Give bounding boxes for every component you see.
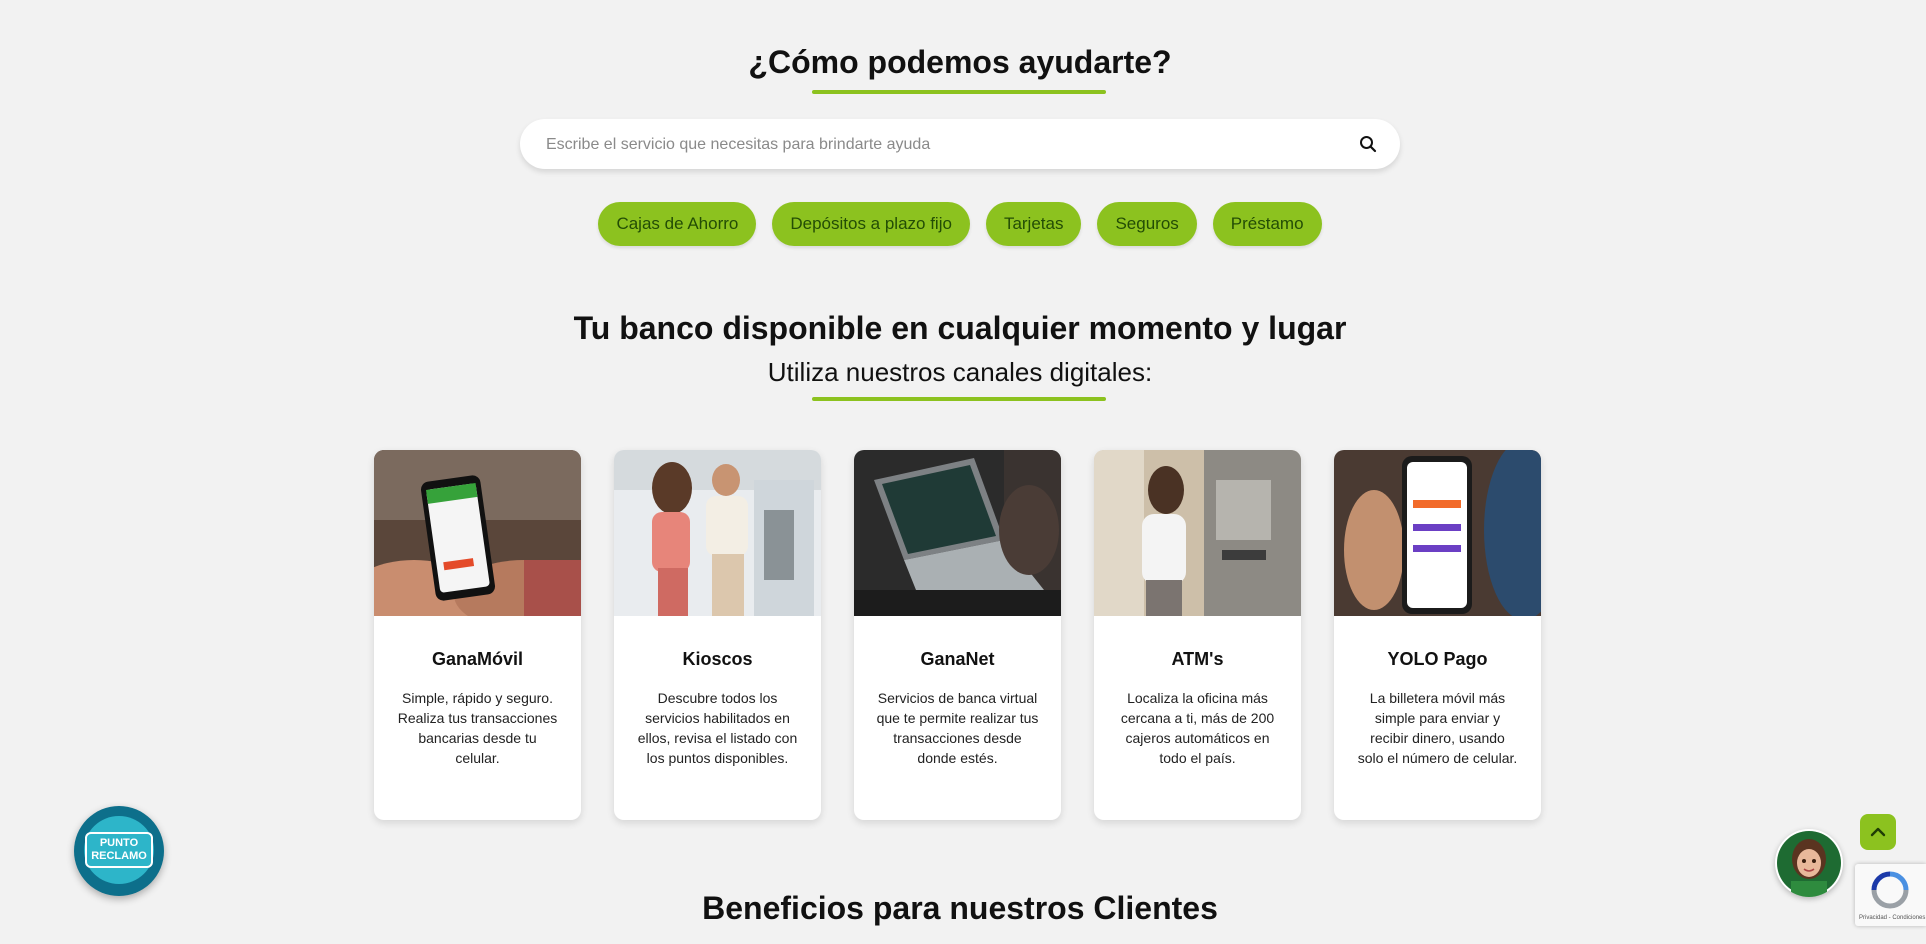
card-title: YOLO Pago [1387,649,1488,669]
card-title: GanaNet [920,649,995,669]
channels-subtitle: Utiliza nuestros canales digitales: [767,357,1153,387]
card-title: Kioscos [682,649,753,669]
card-ganamovil[interactable]: GanaMóvil Simple, rápido y seguro. Reali… [374,450,581,820]
card-description: La billetera móvil más simple para envia… [1357,690,1518,766]
card-title: GanaMóvil [431,649,524,669]
punto-reclamo-logo: PUNTO RECLAMO [85,832,153,868]
yolo-phone-image [1334,450,1541,620]
ganamovil-phone-image [374,450,581,640]
search-icon[interactable] [1358,134,1378,154]
title-underline [812,90,1106,94]
card-title: ATM's [1171,649,1224,669]
card-yolo-pago[interactable]: YOLO Pago La billetera móvil más simple … [1334,450,1541,820]
card-description: Servicios de banca virtual que te permit… [876,690,1039,766]
help-title: ¿Cómo podemos ayudarte? [748,44,1172,80]
chip-cajas-de-ahorro[interactable]: Cajas de Ahorro [598,202,757,246]
card-description: Localiza la oficina más cercana a ti, má… [1120,690,1275,766]
card-description: Simple, rápido y seguro. Realiza tus tra… [397,690,558,766]
recaptcha-footer[interactable]: Privacidad - Condiciones [1859,915,1925,921]
gananet-laptop-image [854,450,1061,616]
punto-reclamo-button[interactable]: PUNTO RECLAMO [74,806,164,896]
chip-depositos-plazo-fijo[interactable]: Depósitos a plazo fijo [772,202,970,246]
assistant-avatar-icon [1777,831,1841,897]
card-atms[interactable]: ATM's Localiza la oficina más cercana a … [1094,450,1301,820]
chat-assistant-avatar[interactable] [1775,829,1843,897]
chevron-up-icon [1870,827,1886,837]
channels-underline [812,397,1106,401]
kioscos-people-image [614,450,821,616]
card-kioscos[interactable]: Kioscos Descubre todos los servicios hab… [614,450,821,820]
recaptcha-icon [1871,871,1909,909]
card-gananet[interactable]: GanaNet Servicios de banca virtual que t… [854,450,1061,820]
chip-tarjetas[interactable]: Tarjetas [985,202,1082,246]
recaptcha-badge[interactable]: Privacidad - Condiciones [1855,864,1926,926]
atm-woman-image [1094,450,1301,616]
card-description: Descubre todos los servicios habilitados… [637,690,798,766]
search-bar [520,119,1400,171]
benefits-title: Beneficios para nuestros Clientes [702,890,1218,926]
chip-prestamo[interactable]: Préstamo [1212,202,1322,246]
channels-title: Tu banco disponible en cualquier momento… [573,310,1347,346]
search-input[interactable] [544,119,1328,171]
channel-cards: GanaMóvil Simple, rápido y seguro. Reali… [374,450,1541,820]
scroll-to-top-button[interactable] [1860,814,1896,850]
quick-topic-chips: Cajas de Ahorro Depósitos a plazo fijo T… [0,202,1920,246]
chip-seguros[interactable]: Seguros [1097,202,1197,246]
punto-reclamo-badge: PUNTO RECLAMO [84,816,154,884]
